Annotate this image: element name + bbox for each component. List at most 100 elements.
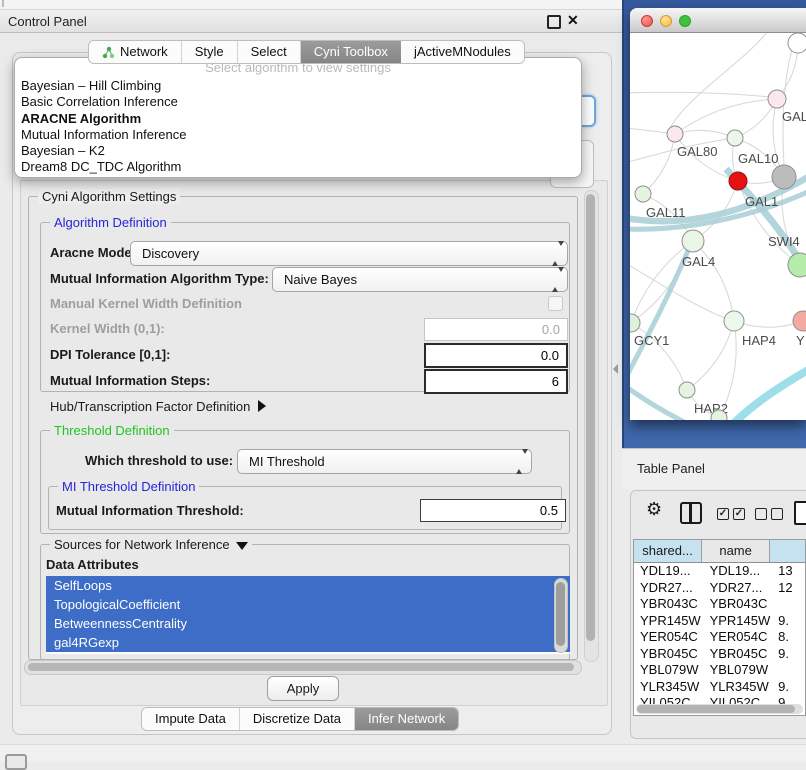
network-node[interactable]	[635, 186, 651, 202]
checked-checkbox-icon[interactable]: ✓	[733, 508, 745, 520]
network-node[interactable]	[772, 165, 796, 189]
table-cell[interactable]: YLR345W	[704, 679, 774, 696]
network-edge[interactable]	[675, 130, 735, 138]
gear-icon[interactable]: ⚙	[646, 499, 662, 520]
tab-style[interactable]: Style	[182, 41, 238, 63]
network-node[interactable]	[788, 253, 806, 277]
network-edge[interactable]	[643, 134, 675, 194]
table-cell[interactable]	[773, 596, 805, 613]
table-horizontal-scrollbar-thumb[interactable]	[637, 705, 795, 713]
network-node[interactable]	[788, 33, 806, 53]
mi-algorithm-type-select[interactable]: Naive Bayes	[272, 267, 568, 292]
collapse-right-icon[interactable]	[258, 400, 266, 412]
network-node[interactable]	[682, 230, 704, 252]
table-cell[interactable]: YBR043C	[634, 596, 704, 613]
sources-title-row[interactable]: Sources for Network Inference	[50, 537, 252, 552]
unchecked-checkbox-icon[interactable]	[771, 508, 783, 520]
kernel-width-field[interactable]: 0.0	[424, 318, 568, 341]
table-cell[interactable]: YBR045C	[704, 646, 774, 663]
algorithm-option[interactable]: Basic Correlation Inference	[15, 94, 581, 110]
table-cell[interactable]: YDR27...	[634, 580, 704, 597]
network-edge[interactable]	[693, 241, 734, 321]
settings-vertical-scrollbar[interactable]	[584, 190, 599, 662]
collapse-down-icon[interactable]	[236, 542, 248, 550]
table-column-header[interactable]	[770, 540, 805, 562]
mi-steps-field[interactable]: 6	[424, 369, 568, 394]
table-cell[interactable]: YBR043C	[704, 596, 774, 613]
table-cell[interactable]: YBL079W	[704, 662, 774, 679]
table-cell[interactable]: YBR045C	[634, 646, 704, 663]
apply-button[interactable]: Apply	[267, 676, 339, 701]
node-table[interactable]: shared...name YDL19...YDL19...13YDR27...…	[633, 539, 806, 716]
tab-impute-data[interactable]: Impute Data	[142, 708, 240, 730]
dpi-tolerance-field[interactable]: 0.0	[424, 343, 568, 368]
close-window-icon[interactable]	[641, 15, 653, 27]
network-node[interactable]	[727, 130, 743, 146]
table-cell[interactable]: 13	[773, 563, 805, 580]
float-panel-icon[interactable]	[547, 15, 561, 29]
tab-jactivemnodules[interactable]: jActiveMNodules	[401, 41, 524, 63]
network-edge[interactable]	[687, 321, 734, 390]
network-node[interactable]	[793, 311, 806, 331]
minimize-window-icon[interactable]	[660, 15, 672, 27]
network-window-titlebar[interactable]	[630, 8, 806, 33]
tab-select[interactable]: Select	[238, 41, 301, 63]
table-row[interactable]: YBL079WYBL079W	[634, 662, 805, 679]
file-icon[interactable]	[794, 501, 806, 525]
table-cell[interactable]: 12	[773, 580, 805, 597]
table-cell[interactable]: YDL19...	[634, 563, 704, 580]
split-pane-divider-handle[interactable]	[613, 364, 618, 374]
table-cell[interactable]: YDL19...	[704, 563, 774, 580]
which-threshold-select[interactable]: MI Threshold	[237, 449, 532, 474]
collapsed-panel-icon[interactable]	[5, 754, 27, 770]
aracne-mode-select[interactable]: Discovery	[130, 241, 568, 266]
network-node[interactable]	[667, 126, 683, 142]
attributes-scrollbar-thumb[interactable]	[556, 582, 565, 646]
network-node[interactable]	[729, 172, 747, 190]
table-cell[interactable]: 9.	[773, 613, 805, 630]
table-cell[interactable]: YPR145W	[704, 613, 774, 630]
settings-horizontal-scrollbar[interactable]	[24, 660, 582, 675]
data-attributes-list[interactable]: SelfLoopsTopologicalCoefficientBetweenne…	[46, 576, 570, 654]
network-node[interactable]	[679, 382, 695, 398]
attributes-scrollbar[interactable]	[554, 578, 568, 653]
unchecked-checkbox-icon[interactable]	[755, 508, 767, 520]
hub-definition-row[interactable]: Hub/Transcription Factor Definition	[50, 399, 266, 414]
tab-cyni-toolbox[interactable]: Cyni Toolbox	[301, 41, 401, 63]
table-cell[interactable]: 9.	[773, 679, 805, 696]
mi-threshold-field[interactable]: 0.5	[420, 499, 566, 522]
table-cell[interactable]: YER054C	[634, 629, 704, 646]
network-node[interactable]	[724, 311, 744, 331]
table-cell[interactable]: YDR27...	[704, 580, 774, 597]
table-row[interactable]: YDL19...YDL19...13	[634, 563, 805, 580]
network-node[interactable]	[768, 90, 786, 108]
columns-icon[interactable]	[680, 502, 702, 524]
manual-kernel-width-checkbox[interactable]	[548, 296, 563, 311]
attribute-item[interactable]: gal4RGexp	[46, 633, 570, 652]
table-cell[interactable]: YBL079W	[634, 662, 704, 679]
table-row[interactable]: YLR345WYLR345W9.	[634, 679, 805, 696]
network-stream-edge[interactable]	[732, 369, 806, 420]
network-canvas[interactable]: GALGAL80GAL10GAL1GAL11SWI4GAL4GCY1HAP4YH…	[630, 33, 806, 420]
table-cell[interactable]: 8.	[773, 629, 805, 646]
algorithm-option[interactable]: Bayesian – K2	[15, 143, 581, 159]
table-cell[interactable]: YPR145W	[634, 613, 704, 630]
algorithm-option[interactable]: Mutual Information Inference	[15, 127, 581, 143]
maximize-window-icon[interactable]	[679, 15, 691, 27]
tab-infer-network[interactable]: Infer Network	[355, 708, 458, 730]
attribute-item[interactable]: SelfLoops	[46, 576, 570, 595]
tab-discretize-data[interactable]: Discretize Data	[240, 708, 355, 730]
table-cell[interactable]: YLR345W	[634, 679, 704, 696]
settings-horizontal-scrollbar-thumb[interactable]	[28, 663, 574, 671]
table-row[interactable]: YER054CYER054C8.	[634, 629, 805, 646]
table-cell[interactable]	[773, 662, 805, 679]
table-horizontal-scrollbar[interactable]	[636, 704, 803, 714]
attribute-item[interactable]: TopologicalCoefficient	[46, 595, 570, 614]
settings-vertical-scrollbar-thumb[interactable]	[586, 194, 595, 641]
algorithm-option-selected[interactable]: ARACNE Algorithm	[15, 111, 581, 127]
close-icon[interactable]: ✕	[567, 12, 579, 29]
table-row[interactable]: YBR045CYBR045C9.	[634, 646, 805, 663]
table-cell[interactable]: YER054C	[704, 629, 774, 646]
tab-network[interactable]: Network	[89, 41, 182, 63]
algorithm-option[interactable]: Bayesian – Hill Climbing	[15, 78, 581, 94]
